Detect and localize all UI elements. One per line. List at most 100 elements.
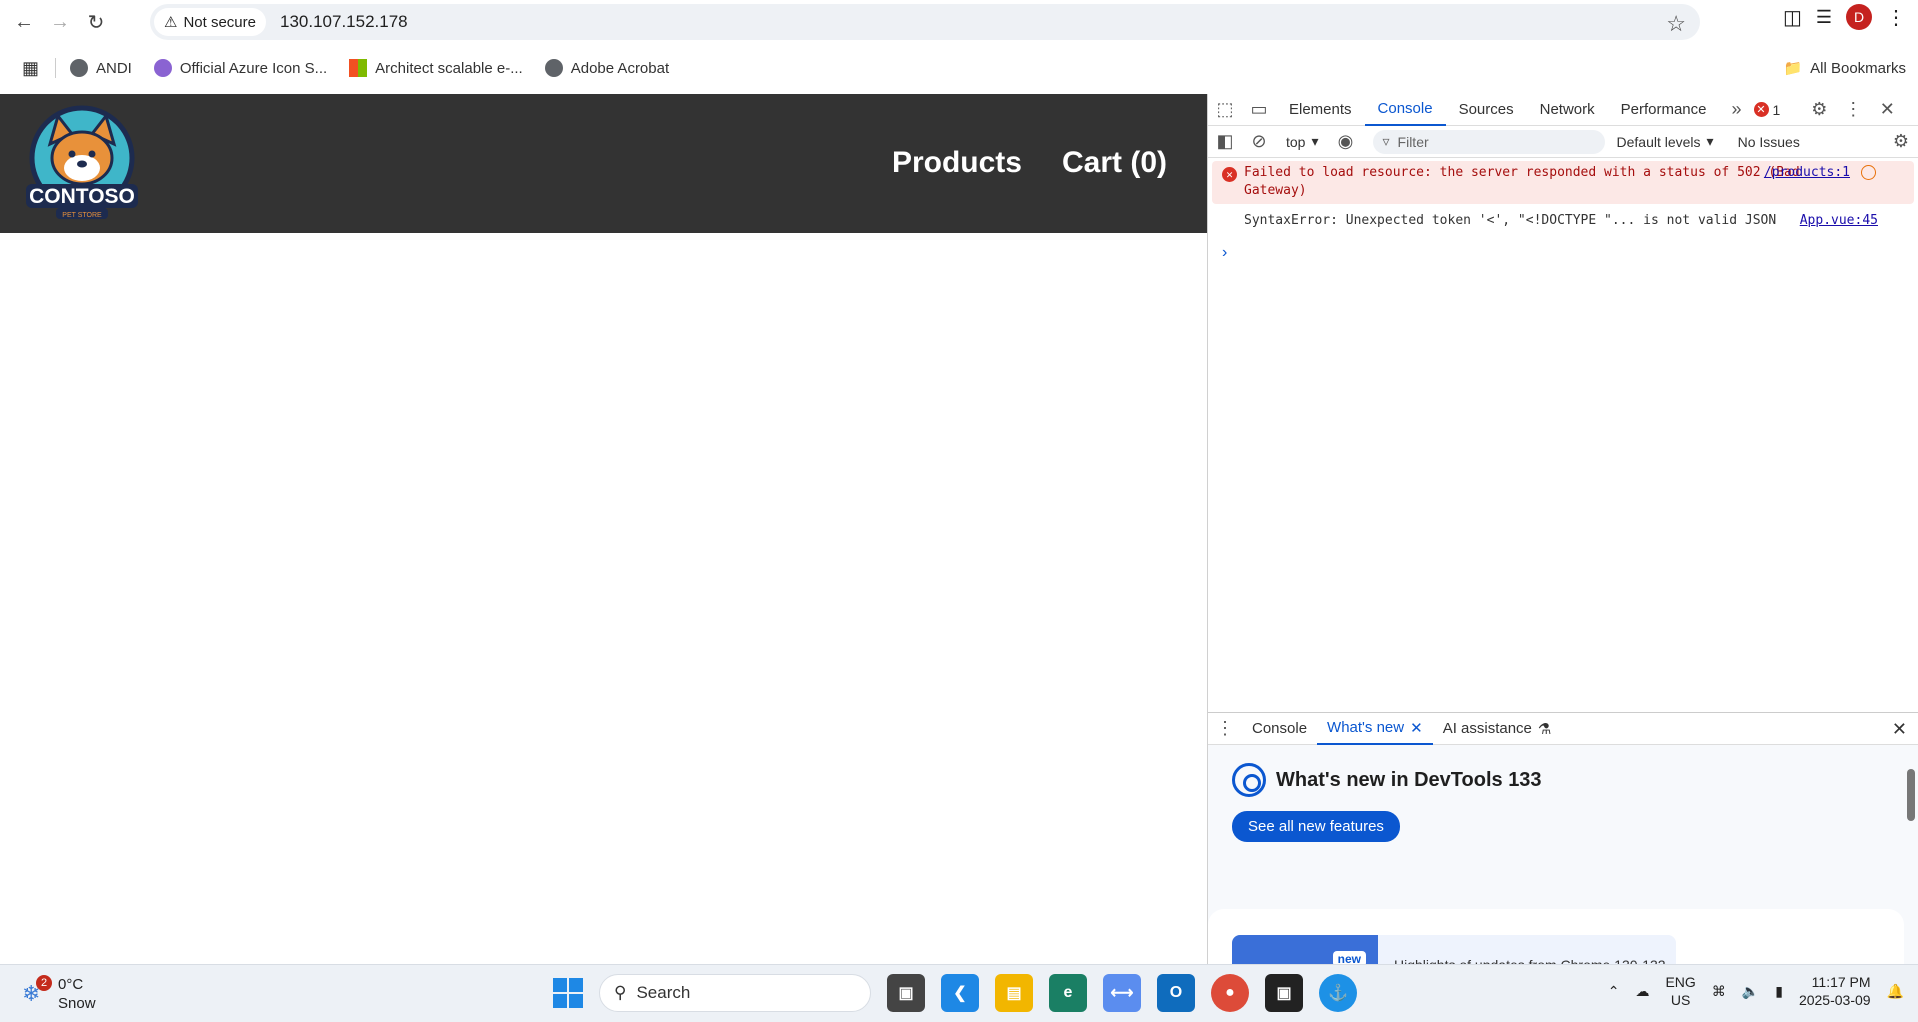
language-indicator[interactable]: ENG US bbox=[1665, 973, 1695, 1009]
sidebar-toggle-icon[interactable]: ◧ bbox=[1208, 131, 1242, 152]
console-filter-input[interactable]: ▿ Filter bbox=[1372, 129, 1605, 154]
inspect-element-icon[interactable]: ⬚ bbox=[1208, 99, 1242, 120]
clock[interactable]: 11:17 PM 2025-03-09 bbox=[1799, 973, 1871, 1009]
sticky-notes-icon[interactable]: ▣ bbox=[1265, 974, 1303, 1012]
wifi-icon[interactable]: ⌘ bbox=[1712, 983, 1726, 1000]
volume-icon[interactable]: 🔈 bbox=[1742, 983, 1759, 1000]
clock-time: 11:17 PM bbox=[1811, 974, 1871, 990]
notification-bell-icon[interactable]: 🔔 bbox=[1887, 983, 1904, 1000]
log-levels-dropdown[interactable]: Default levels ▾ bbox=[1617, 133, 1714, 150]
chevron-up-icon[interactable]: ⌃ bbox=[1608, 983, 1620, 1000]
profile-avatar[interactable]: D bbox=[1846, 4, 1872, 30]
bookmarks-bar: ▦ ANDI Official Azure Icon S... Architec… bbox=[0, 52, 1918, 84]
whats-new-title: What's new in DevTools 133 bbox=[1276, 768, 1542, 791]
see-all-features-button[interactable]: See all new features bbox=[1232, 811, 1400, 842]
microsoft-icon bbox=[349, 59, 368, 77]
outlook-icon[interactable]: O bbox=[1157, 974, 1195, 1012]
security-chip[interactable]: ⚠ Not secure bbox=[154, 8, 266, 36]
more-tabs-icon[interactable]: » bbox=[1720, 99, 1754, 120]
windows-taskbar: ❄ 2 0°C Snow ⚲ Search ▣ ❮ ▤ e ⟷ O ● ▣ ⚓ ⌃… bbox=[0, 964, 1918, 1022]
onedrive-icon[interactable]: ☁ bbox=[1635, 983, 1649, 1000]
message-source-link[interactable]: App.vue:45 bbox=[1800, 212, 1878, 230]
azure-icon bbox=[153, 59, 172, 77]
chrome-icon[interactable]: ● bbox=[1211, 974, 1249, 1012]
tab-console[interactable]: Console bbox=[1364, 94, 1446, 126]
svg-text:PET STORE: PET STORE bbox=[62, 212, 102, 219]
close-devtools-icon[interactable]: ✕ bbox=[1870, 99, 1904, 120]
contoso-logo[interactable]: CONTOSO PET STORE bbox=[20, 104, 144, 222]
bookmark-label: Official Azure Icon S... bbox=[179, 59, 328, 77]
nav-products-link[interactable]: Products bbox=[892, 146, 1022, 180]
message-source-link[interactable]: /products:1 bbox=[1764, 164, 1850, 182]
flask-icon: ⚗ bbox=[1537, 720, 1552, 738]
taskbar-search[interactable]: ⚲ Search bbox=[599, 974, 871, 1012]
extensions-icon[interactable]: ◫ bbox=[1783, 5, 1802, 30]
tab-label: Console bbox=[1252, 720, 1308, 737]
device-toolbar-icon[interactable]: ▭ bbox=[1242, 99, 1276, 120]
tab-network[interactable]: Network bbox=[1527, 94, 1608, 126]
console-settings-gear-icon[interactable]: ⚙ bbox=[1884, 131, 1918, 152]
search-placeholder: Search bbox=[636, 983, 691, 1002]
bookmark-azure-icons[interactable]: Official Azure Icon S... bbox=[153, 59, 328, 77]
system-tray: ⌃ ☁ ENG US ⌘ 🔈 ▮ 11:17 PM 2025-03-09 🔔 bbox=[1608, 973, 1904, 1009]
close-drawer-icon[interactable]: ✕ bbox=[1892, 719, 1907, 740]
notification-badge: 2 bbox=[36, 975, 52, 991]
battery-icon[interactable]: ▮ bbox=[1775, 983, 1783, 1000]
network-request-icon[interactable] bbox=[1861, 165, 1876, 180]
address-bar[interactable]: ⚠ Not secure 130.107.152.178 ☆ bbox=[150, 4, 1700, 40]
back-icon[interactable]: ← bbox=[6, 4, 42, 40]
vscode-icon[interactable]: ❮ bbox=[941, 974, 979, 1012]
nav-cart-link[interactable]: Cart (0) bbox=[1062, 146, 1167, 180]
drawer-tab-console[interactable]: Console bbox=[1242, 713, 1317, 745]
console-prompt-chevron-icon[interactable]: › bbox=[1208, 238, 1918, 262]
scrollbar-thumb[interactable] bbox=[1907, 769, 1915, 821]
warning-icon: ⚠ bbox=[164, 14, 178, 31]
search-icon: ⚲ bbox=[614, 983, 627, 1002]
drawer-scrollbar[interactable] bbox=[1907, 757, 1915, 957]
drawer-menu-icon[interactable]: ⋮ bbox=[1208, 718, 1242, 739]
start-windows-icon[interactable] bbox=[553, 978, 583, 1008]
all-bookmarks[interactable]: 📁 All Bookmarks bbox=[1783, 59, 1906, 78]
forward-icon[interactable]: → bbox=[42, 4, 78, 40]
apps-grid-icon[interactable]: ▦ bbox=[22, 58, 39, 79]
bookmark-star-icon[interactable]: ☆ bbox=[1666, 11, 1686, 37]
devtools-drawer: ⋮ Console What's new ✕ AI assistance ⚗ ✕ W… bbox=[1208, 712, 1918, 999]
live-expression-eye-icon[interactable]: ◉ bbox=[1329, 131, 1363, 152]
devtools-panel: ⬚ ▭ Elements Console Sources Network Per… bbox=[1207, 94, 1918, 999]
levels-label: Default levels bbox=[1616, 133, 1701, 150]
error-icon: ✕ bbox=[1753, 102, 1769, 117]
error-count: 1 bbox=[1772, 101, 1781, 118]
drawer-tab-whats-new[interactable]: What's new ✕ bbox=[1317, 713, 1433, 745]
error-counter[interactable]: ✕ 1 bbox=[1753, 101, 1781, 118]
context-selector[interactable]: top ▾ bbox=[1276, 133, 1329, 150]
task-view-icon[interactable]: ▣ bbox=[887, 974, 925, 1012]
bookmark-label: ANDI bbox=[96, 59, 132, 77]
error-icon: ✕ bbox=[1222, 167, 1237, 182]
reload-icon[interactable]: ↻ bbox=[78, 4, 114, 40]
weather-widget[interactable]: ❄ 2 0°C Snow bbox=[22, 975, 96, 1013]
issues-counter[interactable]: No Issues bbox=[1738, 134, 1800, 150]
file-explorer-icon[interactable]: ▤ bbox=[995, 974, 1033, 1012]
bookmark-andi[interactable]: ANDI bbox=[70, 59, 132, 77]
message-text: SyntaxError: Unexpected token '<', "<!DO… bbox=[1244, 213, 1777, 228]
docker-icon[interactable]: ⚓ bbox=[1319, 974, 1357, 1012]
drawer-tab-ai-assistance[interactable]: AI assistance ⚗ bbox=[1433, 713, 1562, 745]
bookmark-architect[interactable]: Architect scalable e-... bbox=[349, 59, 523, 77]
clear-console-icon[interactable]: ⊘ bbox=[1242, 131, 1276, 152]
tab-performance[interactable]: Performance bbox=[1608, 94, 1720, 126]
bookmark-adobe-acrobat[interactable]: Adobe Acrobat bbox=[544, 59, 669, 77]
devtools-menu-icon[interactable]: ⋮ bbox=[1836, 99, 1870, 120]
browser-toolbar: ← → ↻ ⚠ Not secure 130.107.152.178 ☆ ◫ ☰… bbox=[0, 0, 1918, 44]
security-label: Not secure bbox=[183, 13, 256, 31]
weather-temp: 0°C bbox=[58, 976, 84, 993]
edge-icon[interactable]: e bbox=[1049, 974, 1087, 1012]
tab-elements[interactable]: Elements bbox=[1276, 94, 1365, 126]
tab-sources[interactable]: Sources bbox=[1446, 94, 1527, 126]
menu-icon[interactable]: ⋮ bbox=[1886, 5, 1906, 30]
azure-data-studio-icon[interactable]: ⟷ bbox=[1103, 974, 1141, 1012]
settings-gear-icon[interactable]: ⚙ bbox=[1802, 99, 1836, 120]
close-tab-icon[interactable]: ✕ bbox=[1410, 719, 1423, 737]
url-text[interactable]: 130.107.152.178 bbox=[280, 12, 408, 32]
media-controls-icon[interactable]: ☰ bbox=[1816, 7, 1832, 28]
globe-icon bbox=[70, 59, 89, 77]
